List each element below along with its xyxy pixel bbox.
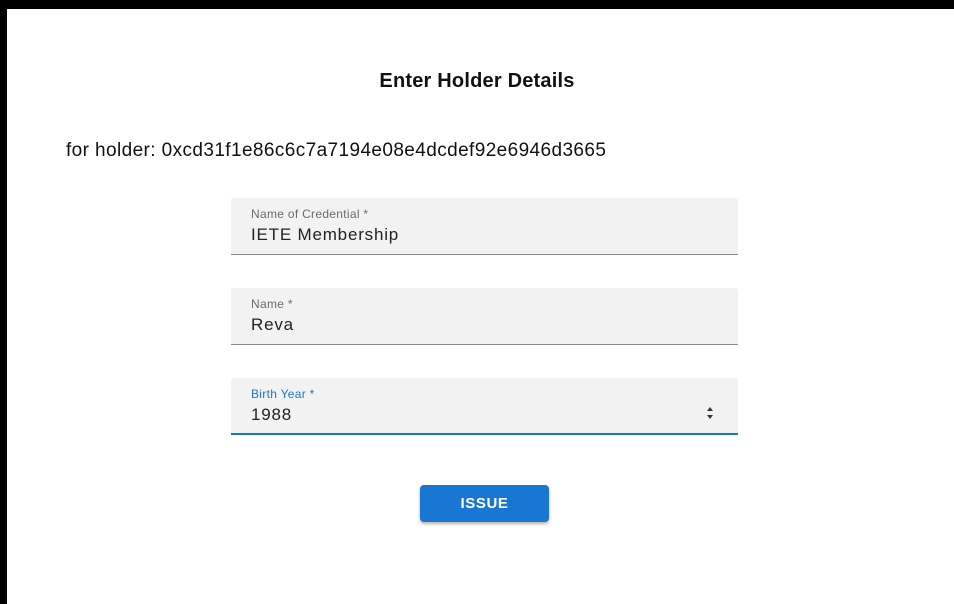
name-label: Name *: [251, 297, 293, 311]
credential-name-label: Name of Credential *: [251, 207, 369, 221]
name-field[interactable]: Name * Reva: [231, 288, 738, 345]
page-title: Enter Holder Details: [379, 70, 575, 92]
credential-name-input[interactable]: IETE Membership: [251, 225, 399, 245]
issue-button[interactable]: ISSUE: [420, 485, 549, 522]
birth-year-input[interactable]: 1988: [251, 405, 292, 425]
window-top-border: [0, 0, 954, 9]
up-down-stepper-icon[interactable]: [706, 407, 714, 419]
birth-year-field[interactable]: Birth Year * 1988: [231, 378, 738, 435]
increment-arrow-icon[interactable]: [707, 407, 713, 411]
holder-address: for holder: 0xcd31f1e86c6c7a7194e08e4dcd…: [66, 140, 607, 161]
credential-name-field[interactable]: Name of Credential * IETE Membership: [231, 198, 738, 255]
birth-year-label: Birth Year *: [251, 387, 315, 401]
name-input[interactable]: Reva: [251, 315, 294, 335]
decrement-arrow-icon[interactable]: [707, 415, 713, 419]
